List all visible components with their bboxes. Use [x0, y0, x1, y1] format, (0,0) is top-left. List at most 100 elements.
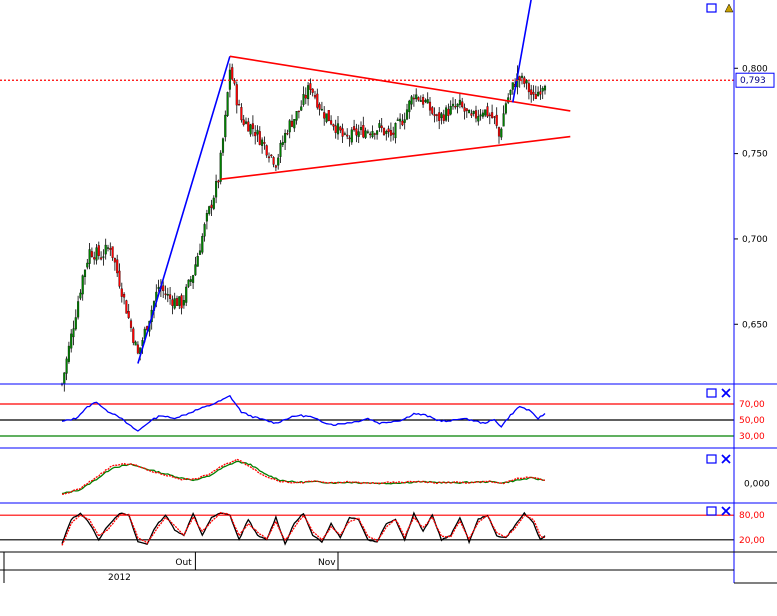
- candle-body: [477, 116, 480, 122]
- candle-body: [313, 95, 317, 98]
- candle-body: [65, 358, 68, 374]
- candle-body: [364, 130, 367, 138]
- candle-body: [355, 128, 358, 136]
- candle-body: [180, 295, 183, 309]
- candle-body: [316, 93, 319, 108]
- candle-body: [465, 108, 468, 111]
- candle-body: [304, 94, 307, 99]
- candle-body: [470, 113, 473, 116]
- candle-body: [288, 120, 291, 133]
- stochastic-level-label: 80,00: [739, 511, 765, 521]
- oscillator-tick-label: 0,000: [744, 479, 770, 489]
- trading-chart: 0,650 0,700 0,750 0,800 0,793 70,00 50,00 30,00…: [0, 0, 777, 612]
- candle-body: [272, 157, 275, 165]
- candle-body: [123, 293, 126, 298]
- candle-body: [256, 129, 259, 135]
- candle-body: [474, 110, 478, 119]
- candle-body: [435, 114, 438, 116]
- candle-body: [235, 84, 238, 106]
- candle-body: [279, 142, 282, 157]
- candle-body: [270, 154, 273, 157]
- stochastic-restore-icon[interactable]: [706, 506, 717, 516]
- candle-body: [382, 127, 386, 136]
- candle-body: [373, 133, 376, 135]
- candle-body: [104, 244, 107, 255]
- candle-body: [428, 101, 432, 111]
- oscillator-restore-icon[interactable]: [706, 454, 717, 464]
- candle-body: [113, 258, 116, 263]
- candle-body: [164, 293, 167, 295]
- candle-body: [440, 113, 443, 119]
- candle-body: [111, 246, 114, 258]
- candle-body: [491, 112, 494, 118]
- candle-body: [290, 120, 294, 127]
- candle-body: [205, 213, 208, 222]
- candle-body: [254, 132, 257, 137]
- candle-body: [369, 133, 372, 136]
- candle-body: [543, 85, 547, 91]
- candle-body: [424, 100, 427, 103]
- candle-body: [396, 119, 399, 121]
- candle-body: [481, 112, 484, 117]
- x-tick-label: Nov: [318, 558, 336, 568]
- candle-body: [309, 83, 312, 90]
- candle-body: [348, 137, 351, 140]
- candle-body: [527, 83, 530, 93]
- candle-body: [74, 317, 77, 330]
- candle-body: [327, 110, 330, 122]
- candle-body: [118, 270, 121, 287]
- candle-body: [323, 112, 326, 119]
- candle-body: [530, 89, 533, 95]
- candle-body: [484, 109, 487, 116]
- candle-body: [212, 197, 215, 209]
- candle-body: [408, 100, 411, 113]
- candle-body: [203, 224, 206, 237]
- candle-body: [353, 126, 356, 131]
- candle-body: [463, 107, 466, 112]
- candle-body: [385, 131, 388, 134]
- candle-body: [238, 104, 241, 106]
- candle-body: [302, 94, 305, 105]
- candle-body: [127, 311, 130, 318]
- candle-body: [90, 251, 93, 258]
- candle-body: [281, 141, 284, 145]
- candle-body: [339, 126, 342, 131]
- x-tick-label: Out: [175, 558, 192, 568]
- candle-body: [332, 124, 335, 127]
- candle-body: [518, 76, 521, 81]
- candle-body: [343, 133, 346, 135]
- rsi-restore-icon[interactable]: [706, 388, 717, 398]
- candle-body: [79, 292, 82, 299]
- candle-body: [169, 294, 172, 299]
- candle-body: [431, 107, 434, 114]
- candle-body: [500, 128, 503, 138]
- candle-body: [125, 300, 128, 314]
- candle-body: [284, 133, 287, 143]
- candle-body: [502, 113, 505, 127]
- candle-body: [247, 121, 250, 132]
- candle-body: [178, 296, 181, 306]
- candle-body: [537, 91, 540, 97]
- candle-body: [366, 131, 369, 133]
- rsi-level-label: 70,00: [739, 400, 765, 410]
- candle-body: [451, 103, 455, 107]
- candle-body: [458, 99, 461, 105]
- candle-body: [210, 204, 213, 208]
- price-restore-icon[interactable]: [706, 3, 717, 13]
- candle-body: [196, 256, 199, 267]
- candle-body: [488, 114, 491, 117]
- candle-body: [359, 127, 363, 131]
- candle-body: [81, 275, 84, 295]
- candle-body: [336, 123, 340, 135]
- candle-body: [504, 103, 507, 114]
- candle-body: [132, 328, 135, 343]
- candle-body: [171, 299, 174, 306]
- candle-body: [219, 152, 222, 182]
- candle-body: [166, 294, 169, 296]
- candle-body: [417, 97, 420, 101]
- candle-body: [410, 96, 413, 105]
- candle-body: [442, 114, 445, 121]
- candle-body: [445, 107, 448, 121]
- candle-body: [106, 247, 110, 249]
- candle-body: [541, 88, 544, 92]
